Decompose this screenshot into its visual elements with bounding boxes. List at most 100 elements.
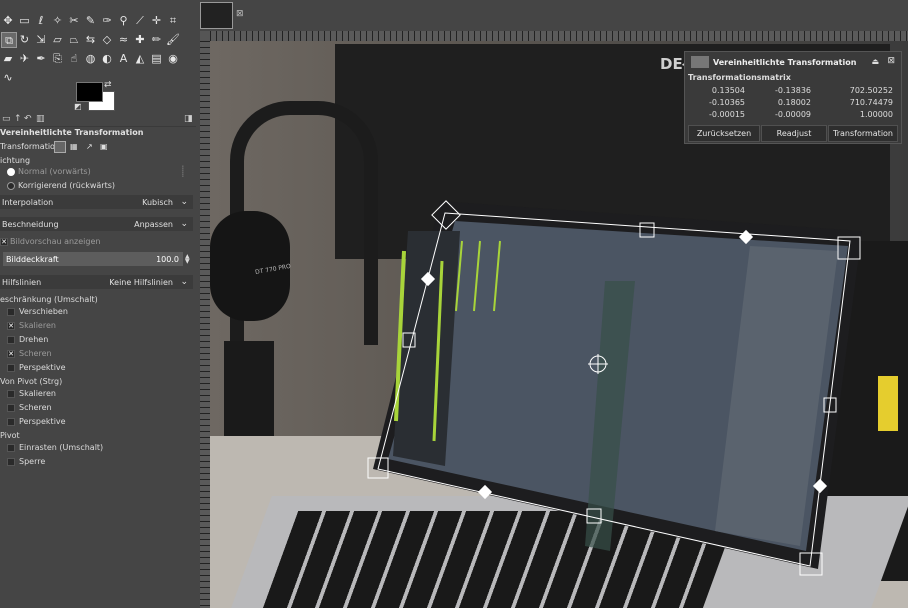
close-icon[interactable]: ⊠ (887, 56, 895, 66)
measure-icon[interactable]: ⟋ (133, 13, 147, 27)
rotate-icon[interactable]: ↻ (18, 32, 32, 46)
matrix-cell: 0.13504 (711, 86, 745, 95)
clone-icon[interactable]: ⎘ (51, 51, 65, 65)
opacity-label: Bilddeckkraft (6, 255, 59, 264)
constrain-item-label: Perspektive (19, 363, 66, 372)
constrain-item-label: Drehen (19, 335, 49, 344)
rect-select-icon[interactable]: ▭ (18, 13, 32, 27)
bucket-fill-icon[interactable]: ◭ (133, 51, 147, 65)
horizontal-ruler[interactable] (210, 31, 908, 41)
configure-tab-icon[interactable]: ◨ (184, 114, 193, 124)
vertical-ruler[interactable] (200, 41, 210, 608)
pivot-scale-checkbox[interactable] (7, 390, 15, 398)
dialog-preview-icon (691, 56, 709, 68)
pivot-item-label: Perspektive (19, 417, 66, 426)
tool-options-tab-icon[interactable]: ▭ (2, 114, 11, 124)
show-preview-checkbox[interactable]: ✕ (0, 238, 8, 246)
paths-icon[interactable]: ✎ (84, 13, 98, 27)
device-status-tab-icon[interactable]: ↑ (14, 114, 22, 124)
foreground-select-icon[interactable]: ◉ (166, 51, 180, 65)
ink-icon[interactable]: ✒ (34, 51, 48, 65)
matrix-cell: 710.74479 (849, 98, 893, 107)
color-picker-icon[interactable]: ✑ (100, 13, 114, 27)
matrix-cell: -0.13836 (775, 86, 811, 95)
readjust-button[interactable]: Readjust (761, 125, 827, 142)
heal-icon[interactable]: ✚ (133, 32, 147, 46)
pivot2-item-label: Einrasten (Umschalt) (19, 443, 104, 452)
smudge-icon[interactable]: ☝ (67, 51, 81, 65)
scale-icon[interactable]: ⇲ (34, 32, 48, 46)
matrix-cell: -0.00009 (775, 110, 811, 119)
pivot-perspective-checkbox[interactable] (7, 418, 15, 426)
unified-transform-icon[interactable]: ⧉ (1, 32, 17, 48)
zoom-icon[interactable]: ⚲ (117, 13, 131, 27)
matrix-cell: 702.50252 (849, 86, 893, 95)
flip-icon[interactable]: ⇆ (84, 32, 98, 46)
constrain-rotate-checkbox[interactable] (7, 336, 15, 344)
interpolation-select[interactable]: Interpolation Kubisch ⌄ (0, 195, 193, 209)
foreground-color-swatch[interactable] (76, 82, 103, 102)
dialog-title: Vereinheitlichte Transformation (713, 58, 857, 67)
chevron-down-icon: ⌄ (180, 277, 188, 287)
constrain-scale-checkbox[interactable]: ✕ (7, 322, 15, 330)
images-tab-icon[interactable]: ▥ (36, 114, 45, 124)
matrix-heading: Transformationsmatrix (688, 73, 791, 82)
pivot-shear-checkbox[interactable] (7, 404, 15, 412)
close-icon[interactable]: ⊠ (236, 9, 244, 19)
selection-mode-icon[interactable]: ▦ (70, 142, 78, 151)
opacity-spinner-icon[interactable]: ▲ ▼ (185, 254, 190, 265)
blur-icon[interactable]: ◍ (84, 51, 98, 65)
pivot-lock-checkbox[interactable] (7, 458, 15, 466)
constrain-shear-checkbox[interactable]: ✕ (7, 350, 15, 358)
crop-icon[interactable]: ⌗ (166, 13, 180, 27)
direction-normal-radio[interactable] (7, 168, 15, 176)
warp-icon[interactable]: ≈ (117, 32, 131, 46)
fuzzy-select-icon[interactable]: ✧ (51, 13, 65, 27)
guides-select[interactable]: Hilfslinien Keine Hilfslinien ⌄ (0, 275, 193, 289)
constrain-item-label: Skalieren (19, 321, 56, 330)
move-icon[interactable]: ✥ (1, 13, 15, 27)
airbrush-icon[interactable]: ✈ (18, 51, 32, 65)
transform-button[interactable]: Transformation (828, 125, 898, 142)
interpolation-label: Interpolation (2, 197, 54, 207)
matrix-cell: -0.10365 (709, 98, 745, 107)
constrain-move-checkbox[interactable] (7, 308, 15, 316)
clipping-value: Anpassen (134, 219, 173, 229)
cage-icon[interactable]: ◇ (100, 32, 114, 46)
swap-colors-icon[interactable]: ⇄ (104, 80, 112, 90)
pencil-icon[interactable]: ✏ (150, 32, 164, 46)
dock-tabs: ▭ ↑ ↶ ▥ ◨ (0, 113, 196, 127)
image-mode-icon[interactable]: ▣ (100, 142, 108, 151)
reset-button[interactable]: Zurücksetzen (688, 125, 760, 142)
pin-icon[interactable]: ⏏ (871, 57, 879, 66)
ruler-corner[interactable] (200, 31, 210, 41)
constrain-label: eschränkung (Umschalt) (0, 295, 98, 304)
interpolation-value: Kubisch (142, 197, 173, 207)
image-thumbnail-tab[interactable] (200, 2, 233, 29)
toolbox-panel: ✥ ▭ ℓ ✧ ✂ ✎ ✑ ⚲ ⟋ ✛ ⌗ ⧉ ↻ ⇲ ▱ ⏢ ⇆ ◇ ≈ ✚ ✏ 🖌 ▰ ✈ ✒ ⎘ ☝ ◍ ◐ A ◭ ▤ ◉ ∿ ⇄ ◩ ▭… (0, 0, 196, 608)
opacity-slider[interactable]: Bilddeckkraft 100.0 (3, 252, 183, 266)
align-icon[interactable]: ✛ (150, 13, 164, 27)
eraser-icon[interactable]: ▰ (1, 51, 15, 65)
undo-history-tab-icon[interactable]: ↶ (24, 114, 32, 124)
warp-transform-icon[interactable]: ∿ (1, 70, 15, 84)
scissors-select-icon[interactable]: ✂ (67, 13, 81, 27)
lasso-icon[interactable]: ℓ (34, 13, 48, 27)
chain-icon[interactable]: ⋮ ⋮ (180, 166, 186, 178)
pivot-snap-checkbox[interactable] (7, 444, 15, 452)
reset-colors-icon[interactable]: ◩ (74, 102, 82, 111)
perspective-icon[interactable]: ⏢ (67, 32, 81, 46)
transform-mode-row: Transformation: ▦ ↗ ▣ (0, 141, 196, 153)
direction-corrective-radio[interactable] (7, 182, 15, 190)
dodge-icon[interactable]: ◐ (100, 51, 114, 65)
constrain-perspective-checkbox[interactable] (7, 364, 15, 372)
gradient-icon[interactable]: ▤ (150, 51, 164, 65)
paintbrush-icon[interactable]: 🖌 (166, 32, 180, 46)
path-mode-icon[interactable]: ↗ (86, 142, 93, 151)
clipping-label: Beschneidung (2, 219, 59, 229)
clipping-select[interactable]: Beschneidung Anpassen ⌄ (0, 217, 193, 231)
layer-mode-icon[interactable] (54, 141, 66, 153)
shear-icon[interactable]: ▱ (51, 32, 65, 46)
tool-options-title: Vereinheitlichte Transformation (0, 128, 144, 137)
text-icon[interactable]: A (117, 51, 131, 65)
